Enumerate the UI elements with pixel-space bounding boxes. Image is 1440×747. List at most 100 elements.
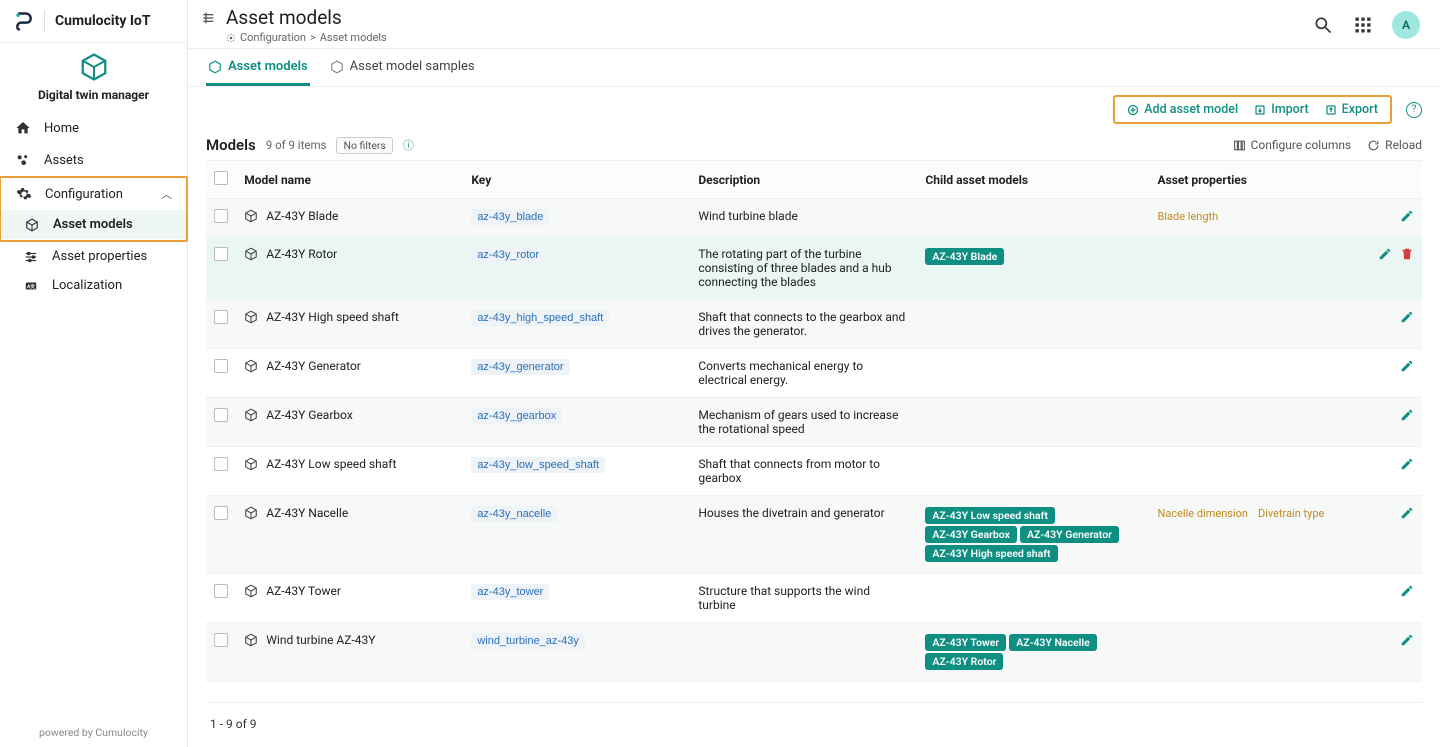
tab-samples-icon bbox=[330, 60, 344, 74]
property-link[interactable]: Blade length bbox=[1158, 210, 1219, 223]
table-row[interactable]: AZ-43Y High speed shaftaz-43y_high_speed… bbox=[206, 300, 1422, 349]
child-model-badge[interactable]: AZ-43Y Gearbox bbox=[925, 526, 1017, 543]
reload-button[interactable]: Reload bbox=[1367, 138, 1422, 152]
table-row[interactable]: Wind turbine AZ-43Ywind_turbine_az-43yAZ… bbox=[206, 623, 1422, 682]
row-checkbox[interactable] bbox=[214, 209, 228, 223]
page-title: Asset models bbox=[226, 6, 387, 29]
gear-icon bbox=[15, 186, 33, 202]
configure-columns-button[interactable]: Configure columns bbox=[1233, 138, 1352, 152]
row-checkbox[interactable] bbox=[214, 310, 228, 324]
module-header: Digital twin manager bbox=[0, 43, 187, 108]
col-header-name[interactable]: Model name bbox=[236, 161, 463, 199]
row-checkbox[interactable] bbox=[214, 633, 228, 647]
asset-properties-cell bbox=[1150, 574, 1352, 623]
row-checkbox[interactable] bbox=[214, 584, 228, 598]
help-icon[interactable]: ? bbox=[1406, 102, 1422, 118]
tabs: Asset models Asset model samples bbox=[188, 49, 1440, 87]
col-header-prop[interactable]: Asset properties bbox=[1150, 161, 1352, 199]
model-key[interactable]: az-43y_high_speed_shaft bbox=[471, 310, 609, 326]
no-filters-chip[interactable]: No filters bbox=[336, 137, 392, 154]
export-button[interactable]: Export bbox=[1325, 102, 1378, 117]
child-model-badge[interactable]: AZ-43Y Nacelle bbox=[1009, 634, 1097, 651]
model-key[interactable]: wind_turbine_az-43y bbox=[471, 633, 585, 649]
import-label: Import bbox=[1271, 102, 1308, 117]
tab-samples-label: Asset model samples bbox=[350, 59, 475, 74]
import-icon bbox=[1254, 104, 1266, 116]
export-label: Export bbox=[1342, 102, 1378, 117]
nav-sub-localization[interactable]: A文 Localization bbox=[0, 271, 187, 300]
edit-icon[interactable] bbox=[1378, 247, 1392, 261]
model-key[interactable]: az-43y_tower bbox=[471, 584, 549, 600]
table-row[interactable]: AZ-43Y Generatoraz-43y_generatorConverts… bbox=[206, 349, 1422, 398]
edit-icon[interactable] bbox=[1400, 633, 1414, 647]
edit-icon[interactable] bbox=[1400, 408, 1414, 422]
col-header-key[interactable]: Key bbox=[463, 161, 690, 199]
row-checkbox[interactable] bbox=[214, 359, 228, 373]
home-icon bbox=[14, 120, 32, 136]
section-help-icon[interactable]: ⓘ bbox=[403, 137, 414, 153]
child-model-badge[interactable]: AZ-43Y High speed shaft bbox=[925, 545, 1057, 562]
asset-properties-cell: Nacelle dimension Divetrain type bbox=[1150, 496, 1352, 574]
row-checkbox[interactable] bbox=[214, 247, 228, 261]
row-checkbox[interactable] bbox=[214, 457, 228, 471]
model-key[interactable]: az-43y_blade bbox=[471, 209, 549, 225]
row-checkbox[interactable] bbox=[214, 506, 228, 520]
table-row[interactable]: AZ-43Y Rotoraz-43y_rotorThe rotating par… bbox=[206, 237, 1422, 300]
nav-assets[interactable]: Assets bbox=[0, 144, 187, 176]
tab-asset-models[interactable]: Asset models bbox=[206, 49, 310, 86]
nav-sub-asset-models[interactable]: Asset models bbox=[1, 210, 186, 239]
nav-configuration[interactable]: Configuration ︿ bbox=[1, 178, 186, 210]
table-row[interactable]: AZ-43Y Bladeaz-43y_bladeWind turbine bla… bbox=[206, 199, 1422, 237]
search-icon[interactable] bbox=[1312, 14, 1334, 36]
brand-name: Cumulocity IoT bbox=[55, 13, 151, 29]
asset-properties-cell bbox=[1150, 398, 1352, 447]
edit-icon[interactable] bbox=[1400, 457, 1414, 471]
delete-icon[interactable] bbox=[1400, 247, 1414, 261]
table-row[interactable]: AZ-43Y Toweraz-43y_towerStructure that s… bbox=[206, 574, 1422, 623]
nav-sub-asset-properties[interactable]: Asset properties bbox=[0, 242, 187, 271]
cube-icon bbox=[244, 310, 258, 324]
asset-properties-cell bbox=[1150, 349, 1352, 398]
table-row[interactable]: AZ-43Y Low speed shaftaz-43y_low_speed_s… bbox=[206, 447, 1422, 496]
model-key[interactable]: az-43y_generator bbox=[471, 359, 569, 375]
col-header-child[interactable]: Child asset models bbox=[917, 161, 1149, 199]
user-avatar[interactable]: A bbox=[1392, 11, 1420, 39]
nav-home[interactable]: Home bbox=[0, 112, 187, 144]
property-link[interactable]: Divetrain type bbox=[1258, 507, 1324, 520]
edit-icon[interactable] bbox=[1400, 310, 1414, 324]
model-key[interactable]: az-43y_gearbox bbox=[471, 408, 562, 424]
edit-icon[interactable] bbox=[1400, 359, 1414, 373]
assets-icon bbox=[14, 152, 32, 168]
breadcrumb-root[interactable]: Configuration bbox=[240, 31, 306, 44]
sidebar-footer: powered by Cumulocity bbox=[0, 718, 187, 747]
model-name: AZ-43Y Rotor bbox=[266, 247, 337, 261]
add-asset-model-button[interactable]: Add asset model bbox=[1127, 102, 1238, 117]
model-key[interactable]: az-43y_nacelle bbox=[471, 506, 557, 522]
asset-properties-cell bbox=[1150, 300, 1352, 349]
property-link[interactable]: Nacelle dimension bbox=[1158, 507, 1248, 520]
col-header-desc[interactable]: Description bbox=[690, 161, 917, 199]
child-models-cell: AZ-43Y Low speed shaftAZ-43Y GearboxAZ-4… bbox=[917, 496, 1149, 574]
brand-logo-icon bbox=[14, 11, 34, 31]
sidebar-toggle-icon[interactable] bbox=[200, 6, 216, 26]
apps-grid-icon[interactable] bbox=[1352, 14, 1374, 36]
edit-icon[interactable] bbox=[1400, 209, 1414, 223]
select-all-checkbox[interactable] bbox=[214, 171, 228, 185]
child-model-badge[interactable]: AZ-43Y Rotor bbox=[925, 653, 1003, 670]
model-name: AZ-43Y Generator bbox=[266, 359, 361, 373]
child-models-cell bbox=[917, 398, 1149, 447]
child-model-badge[interactable]: AZ-43Y Generator bbox=[1020, 526, 1119, 543]
tab-asset-model-samples[interactable]: Asset model samples bbox=[328, 49, 477, 86]
cube-icon bbox=[244, 247, 258, 261]
row-checkbox[interactable] bbox=[214, 408, 228, 422]
model-key[interactable]: az-43y_low_speed_shaft bbox=[471, 457, 605, 473]
edit-icon[interactable] bbox=[1400, 584, 1414, 598]
child-model-badge[interactable]: AZ-43Y Tower bbox=[925, 634, 1006, 651]
child-model-badge[interactable]: AZ-43Y Low speed shaft bbox=[925, 507, 1055, 524]
table-row[interactable]: AZ-43Y Nacelleaz-43y_nacelleHouses the d… bbox=[206, 496, 1422, 574]
import-button[interactable]: Import bbox=[1254, 102, 1308, 117]
table-row[interactable]: AZ-43Y Gearboxaz-43y_gearboxMechanism of… bbox=[206, 398, 1422, 447]
child-model-badge[interactable]: AZ-43Y Blade bbox=[925, 248, 1004, 265]
edit-icon[interactable] bbox=[1400, 506, 1414, 520]
model-key[interactable]: az-43y_rotor bbox=[471, 247, 545, 263]
